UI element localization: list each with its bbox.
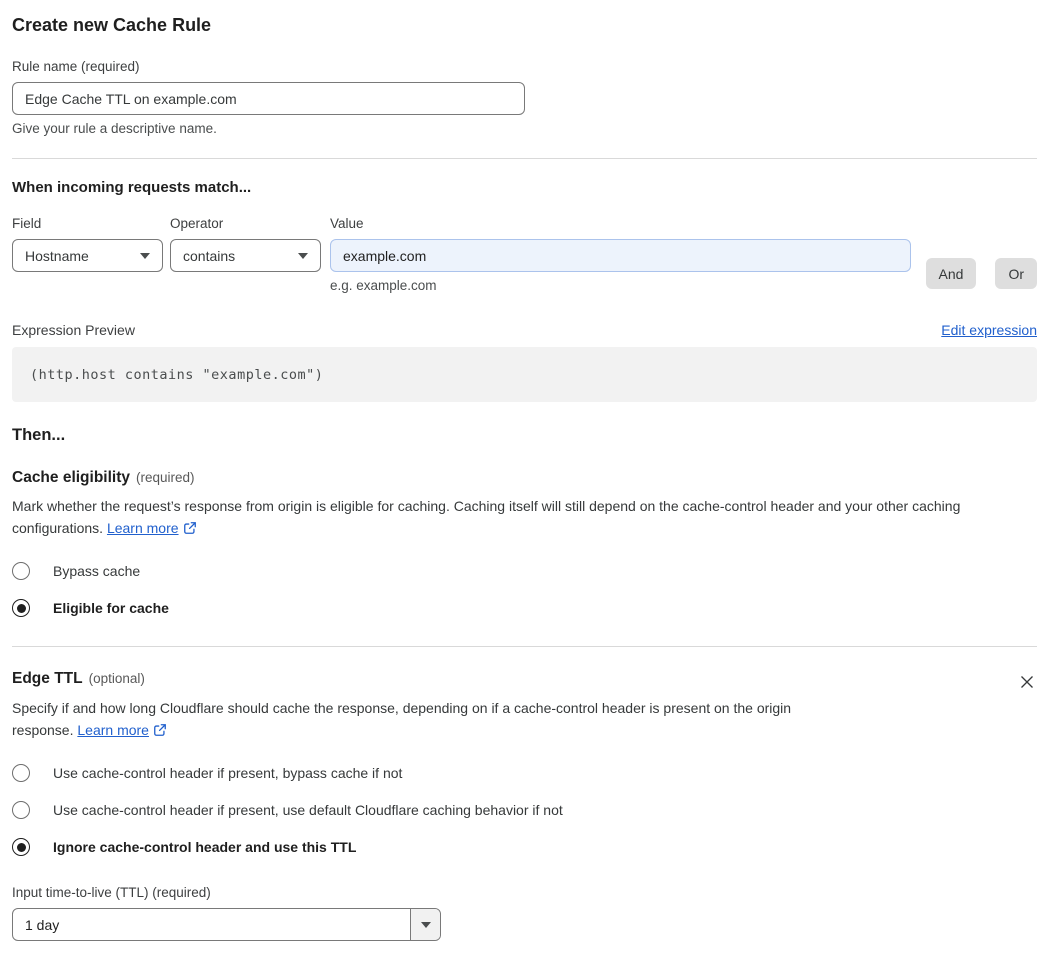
radio-unchecked-icon[interactable] (12, 764, 30, 782)
close-edge-ttl-button[interactable] (1017, 672, 1037, 692)
radio-label: Bypass cache (53, 563, 141, 579)
edge-ttl-description: Specify if and how long Cloudflare shoul… (12, 698, 850, 743)
radio-label: Ignore cache-control header and use this… (53, 839, 357, 855)
create-cache-rule-page: Create new Cache Rule Rule name (require… (0, 0, 1058, 953)
radio-label: Eligible for cache (53, 600, 169, 616)
radio-unchecked-icon[interactable] (12, 562, 30, 580)
expression-preview-code: (http.host contains "example.com") (12, 347, 1037, 402)
rule-name-label: Rule name (required) (12, 59, 140, 74)
expression-text: (http.host contains "example.com") (30, 366, 324, 383)
external-link-icon (183, 520, 197, 542)
ttl-select[interactable]: 1 day (12, 908, 441, 941)
cache-eligibility-required-tag: (required) (136, 470, 195, 485)
edit-expression-link[interactable]: Edit expression (941, 322, 1037, 338)
radio-option-use-header-default[interactable]: Use cache-control header if present, use… (12, 801, 1037, 819)
match-section-heading: When incoming requests match... (12, 179, 252, 196)
match-condition-row: Field Hostname Operator contains Value e… (12, 196, 1037, 293)
value-hint: e.g. example.com (330, 278, 437, 293)
field-select-value: Hostname (25, 247, 89, 264)
cache-eligibility-title: Cache eligibility (12, 469, 131, 486)
radio-label: Use cache-control header if present, use… (53, 802, 563, 818)
radio-checked-icon[interactable] (12, 599, 30, 617)
edge-ttl-optional-tag: (optional) (88, 671, 145, 686)
rule-name-input[interactable] (12, 82, 525, 115)
radio-unchecked-icon[interactable] (12, 801, 30, 819)
or-button[interactable]: Or (995, 258, 1037, 289)
page-title: Create new Cache Rule (12, 15, 212, 35)
field-select[interactable]: Hostname (12, 239, 163, 272)
field-label: Field (12, 216, 42, 231)
learn-more-link[interactable]: Learn more (77, 722, 149, 738)
and-button[interactable]: And (925, 258, 977, 289)
value-input[interactable] (330, 239, 911, 272)
rule-name-help: Give your rule a descriptive name. (12, 121, 217, 136)
divider (12, 158, 1037, 159)
radio-label: Use cache-control header if present, byp… (53, 765, 403, 781)
value-label: Value (330, 216, 364, 231)
chevron-down-icon (140, 252, 150, 259)
cache-eligibility-description: Mark whether the request’s response from… (12, 496, 1037, 541)
radio-option-bypass-cache[interactable]: Bypass cache (12, 562, 1037, 580)
then-heading: Then... (12, 426, 66, 444)
radio-option-use-header-bypass[interactable]: Use cache-control header if present, byp… (12, 764, 1037, 782)
edge-ttl-title: Edge TTL (12, 670, 83, 687)
radio-option-ignore-header-use-ttl[interactable]: Ignore cache-control header and use this… (12, 838, 1037, 856)
close-icon (1021, 676, 1033, 688)
external-link-icon (153, 722, 167, 744)
divider (12, 646, 1037, 647)
radio-checked-icon[interactable] (12, 838, 30, 856)
learn-more-link[interactable]: Learn more (107, 520, 179, 536)
cache-eligibility-heading: Cache eligibility (required) (12, 469, 195, 487)
chevron-down-icon (298, 252, 308, 259)
expression-preview-label: Expression Preview (12, 322, 135, 338)
ttl-input-label: Input time-to-live (TTL) (required) (12, 885, 211, 900)
operator-select-value: contains (183, 247, 236, 264)
radio-option-eligible-for-cache[interactable]: Eligible for cache (12, 599, 1037, 617)
operator-select[interactable]: contains (170, 239, 321, 272)
chevron-down-icon[interactable] (410, 909, 440, 940)
operator-label: Operator (170, 216, 224, 231)
edge-ttl-heading: Edge TTL (optional) (12, 670, 145, 688)
ttl-select-value: 1 day (25, 916, 60, 933)
